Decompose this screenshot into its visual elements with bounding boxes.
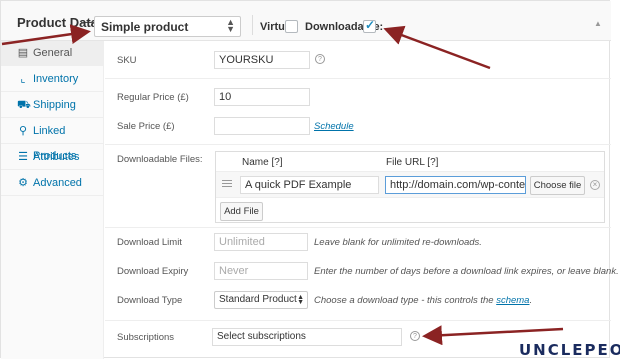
tab-general[interactable]: ▤ General [1, 41, 104, 66]
download-limit-label: Download Limit [117, 237, 182, 248]
gear-icon: ▤ [17, 47, 29, 59]
truck-icon: ⛟ [17, 99, 31, 111]
regular-price-label: Regular Price (£) [117, 92, 189, 103]
tab-inventory[interactable]: ⌞ Inventory [1, 67, 104, 92]
download-type-value: Standard Product [219, 294, 297, 305]
col-url-header[interactable]: File URL [?] [386, 157, 438, 168]
help-icon[interactable]: ? [410, 331, 420, 341]
sale-price-label: Sale Price (£) [117, 121, 175, 132]
sale-price-input[interactable] [214, 117, 310, 135]
panel-header: Product Data — Simple product ▲ ▼ Virtual… [1, 1, 611, 41]
subscriptions-select[interactable]: Select subscriptions [212, 328, 402, 346]
cog-icon: ⚙ [18, 177, 28, 189]
download-expiry-label: Download Expiry [117, 266, 189, 277]
col-name-header[interactable]: Name [?] [242, 157, 283, 168]
link-icon: ⚲ [18, 125, 28, 137]
checkmark-icon: ✓ [365, 18, 376, 32]
schedule-link[interactable]: Schedule [314, 121, 354, 132]
table-row: A quick PDF Example http://domain.com/wp… [216, 172, 604, 198]
header-separator [252, 15, 253, 35]
chart-icon: ⌞ [20, 73, 26, 85]
download-limit-input[interactable]: Unlimited [214, 233, 308, 251]
row-divider [105, 144, 611, 145]
subscriptions-label: Subscriptions [117, 332, 175, 343]
tab-linked-products[interactable]: ⚲ Linked Products [1, 119, 104, 162]
product-data-panel: Product Data — Simple product ▲ ▼ Virtual… [0, 0, 619, 359]
title-dash: — [81, 14, 94, 29]
product-data-tabs: ▤ General ⌞ Inventory ⛟ Shipping ⚲ Linke… [1, 41, 104, 359]
collapse-arrow-icon[interactable]: ▲ [594, 19, 602, 28]
row-divider [105, 320, 611, 321]
product-type-value: Simple product [101, 20, 189, 34]
remove-file-icon[interactable]: × [590, 180, 600, 190]
downloadable-files-table: Name [?] File URL [?] A quick PDF Exampl… [215, 151, 605, 223]
download-type-select[interactable]: Standard Product ▲ ▼ [214, 291, 308, 309]
help-icon[interactable]: ? [315, 54, 325, 64]
download-type-description: Choose a download type - this controls t… [314, 295, 533, 306]
files-table-header: Name [?] File URL [?] [216, 152, 604, 172]
downloadable-files-label: Downloadable Files: [117, 154, 203, 165]
choose-file-button[interactable]: Choose file [530, 176, 585, 195]
schema-link[interactable]: schema [496, 295, 529, 306]
tab-attributes[interactable]: ☰ Attributes [1, 145, 104, 170]
tab-label: Advanced [33, 177, 82, 189]
tab-advanced[interactable]: ⚙ Advanced [1, 171, 104, 196]
tab-label: General [33, 47, 73, 59]
tab-label: Attributes [33, 151, 80, 163]
list-icon: ☰ [18, 151, 28, 163]
drag-handle-icon[interactable] [222, 180, 232, 189]
sku-input[interactable]: YOURSKU [214, 51, 310, 69]
add-file-button[interactable]: Add File [220, 202, 263, 221]
download-limit-description: Leave blank for unlimited re-downloads. [314, 237, 482, 248]
row-divider [105, 227, 611, 228]
select-arrows-icon: ▲ ▼ [226, 17, 235, 34]
sku-label: SKU [117, 55, 137, 66]
tab-shipping[interactable]: ⛟ Shipping [1, 93, 104, 118]
general-panel: SKU YOURSKU ? Regular Price (£) 10 Sale … [105, 41, 619, 359]
file-url-input[interactable]: http://domain.com/wp-content/ [385, 176, 526, 194]
regular-price-input[interactable]: 10 [214, 88, 310, 106]
file-name-input[interactable]: A quick PDF Example [240, 176, 379, 194]
tab-label: Inventory [33, 73, 79, 85]
product-type-select[interactable]: Simple product ▲ ▼ [94, 16, 241, 37]
download-type-label: Download Type [117, 295, 183, 306]
row-divider [105, 78, 611, 79]
downloadable-checkbox[interactable]: ✓ [363, 18, 376, 33]
brand-watermark: UNCLEPEOL [519, 341, 620, 359]
virtual-checkbox[interactable] [285, 20, 298, 33]
select-arrows-icon: ▲ ▼ [297, 294, 304, 306]
download-expiry-input[interactable]: Never [214, 262, 308, 280]
tab-label: Shipping [33, 99, 76, 111]
download-expiry-description: Enter the number of days before a downlo… [314, 266, 619, 277]
